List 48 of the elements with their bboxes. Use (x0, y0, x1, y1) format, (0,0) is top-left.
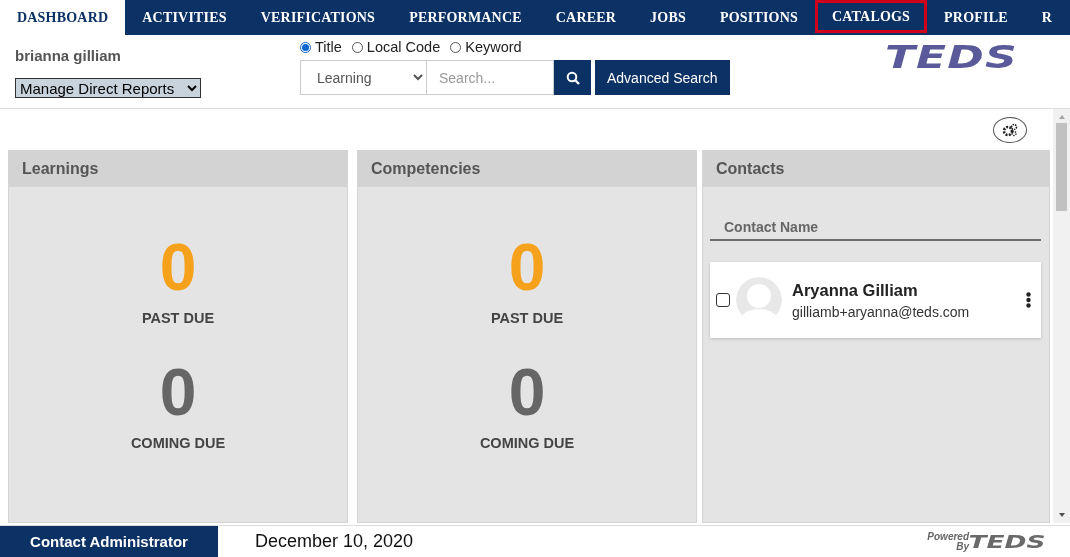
search-button[interactable] (554, 60, 591, 95)
count-label: PAST DUE (490, 310, 564, 326)
logo: TEDS (885, 41, 1018, 73)
search-icon (565, 70, 580, 85)
checkbox[interactable] (716, 293, 730, 307)
count-value: 0 (159, 354, 197, 431)
panel-title: Contacts (703, 151, 1049, 187)
nav-tab[interactable]: POSITIONS (702, 0, 815, 35)
nav-tab[interactable]: CAREER (538, 0, 634, 35)
nav-tab[interactable]: R (1024, 0, 1070, 35)
direct-reports-dropdown[interactable]: Manage Direct Reports (15, 78, 201, 98)
by-text: By (956, 541, 969, 552)
settings-button[interactable] (993, 116, 1027, 143)
radio-label[interactable]: Title (315, 39, 342, 55)
nav-tab[interactable]: VERIFICATIONS (243, 0, 393, 35)
scrollbar-thumb[interactable] (1056, 123, 1067, 211)
panel-title: Competencies (358, 151, 696, 187)
count-value: 0 (508, 229, 546, 306)
panel-title: Learnings (9, 151, 347, 187)
advanced-search-button[interactable]: Advanced Search (595, 60, 730, 95)
footer-logo: TEDS (968, 531, 1046, 552)
radio-label[interactable]: Local Code (366, 39, 441, 55)
scrollbar[interactable] (1053, 109, 1070, 523)
nav-tab[interactable]: DASHBOARD (0, 0, 126, 35)
settings-icon (1002, 122, 1018, 137)
contact-card[interactable]: Aryanna Gilliam gilliamb+aryanna@teds.com (710, 262, 1041, 338)
category-dropdown[interactable]: Learning (300, 60, 427, 95)
contact-name: Aryanna Gilliam (792, 280, 919, 300)
search-field[interactable]: Search... (427, 60, 554, 95)
contact-email: gilliamb+aryanna@teds.com (792, 303, 971, 320)
count-label: COMING DUE (479, 435, 575, 451)
radio-label[interactable]: Keyword (465, 39, 522, 55)
count-label: PAST DUE (141, 310, 215, 326)
more-options-icon[interactable] (1026, 292, 1031, 308)
nav-tab[interactable]: ACTIVITIES (125, 0, 244, 35)
count-value: 0 (508, 354, 546, 431)
column-header[interactable]: Contact Name (710, 219, 1041, 241)
user-name: brianna gilliam (15, 47, 122, 64)
count-label: COMING DUE (130, 435, 226, 451)
powered-text: Powered (927, 531, 969, 542)
nav-tab[interactable]: JOBS (633, 0, 703, 35)
nav-tab[interactable]: PROFILE (927, 0, 1025, 35)
scroll-down-icon[interactable] (1057, 512, 1066, 518)
date-text: December 10, 2020 (255, 531, 414, 552)
nav-tab[interactable]: CATALOGS (815, 0, 928, 33)
nav-tab[interactable]: PERFORMANCE (392, 0, 539, 35)
contact-administrator-button[interactable]: Contact Administrator (0, 526, 218, 557)
count-value: 0 (159, 229, 197, 306)
